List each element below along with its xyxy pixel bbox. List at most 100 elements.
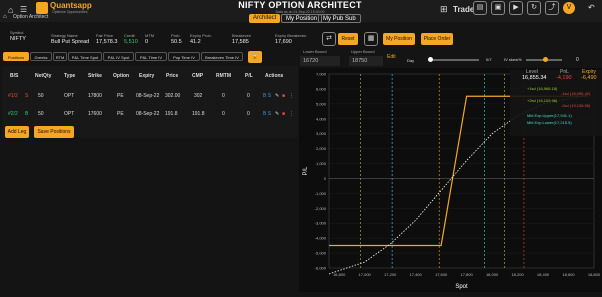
tab-my-pub-sub[interactable]: My Pub Sub (318, 14, 361, 23)
place-order-button[interactable]: Place Order (421, 33, 453, 45)
avatar[interactable]: V (563, 2, 575, 14)
col-actions: Actions (265, 73, 284, 79)
tab-pl-iv-spot[interactable]: P&L IV Spot (103, 52, 134, 61)
tab-positions[interactable]: Positions (3, 52, 29, 61)
x-tick-label: 17,400 (410, 272, 423, 277)
leg-side: B (25, 111, 29, 117)
leg-qty: 50 (38, 111, 44, 117)
image-icon[interactable]: ▣ (491, 1, 505, 15)
tab-rtm[interactable]: RTM (53, 52, 67, 61)
more-icon[interactable]: ⋮ (289, 93, 294, 99)
tab-my-position[interactable]: My Position (281, 14, 323, 23)
calculator-icon[interactable]: ▦ (364, 32, 378, 46)
delete-icon[interactable]: ■ (282, 111, 285, 117)
upper-bound-header: Upper Bound (351, 49, 375, 54)
leg-index: #1/2 (8, 93, 18, 99)
leg-cmp: 302 (194, 93, 203, 99)
refresh-icon[interactable]: ↻ (527, 1, 541, 15)
edit-link[interactable]: Edit (387, 54, 396, 60)
col-pl: P/L (245, 73, 253, 79)
menu-icon[interactable]: ☰ (20, 5, 27, 14)
mtm-value: 0 (145, 39, 149, 45)
x-tick-label: 18,200 (511, 272, 524, 277)
symbol-header: Symbol (10, 30, 24, 35)
table-row: #1/2 S 50 OPT 17800 PE 08-Sep-22 302.00 … (0, 93, 296, 103)
iv-slider-handle[interactable] (543, 57, 548, 62)
chart-icon[interactable]: ▤ (473, 1, 487, 15)
reset-button[interactable]: Reset (338, 33, 358, 45)
more-icon[interactable]: ⋮ (289, 111, 294, 117)
credit-header: Credit (124, 33, 135, 38)
pop-header: Prob. (171, 33, 181, 38)
y-tick-label: -3,000 (315, 221, 327, 226)
buy-sell-toggle[interactable]: B S (263, 93, 271, 99)
y-tick-label: 6,000 (316, 86, 327, 91)
expiry-pop-value: 41.2 (190, 39, 201, 45)
day-slider[interactable] (428, 57, 479, 62)
tab-pl-time-iv[interactable]: P&L Time IV (135, 52, 167, 61)
back-icon[interactable]: ↶ (588, 3, 595, 12)
x-tick-label: 17,800 (460, 272, 473, 277)
add-leg-button[interactable]: Add Leg (5, 126, 29, 138)
tab-pl-time-spot[interactable]: P&L Time Spot (68, 52, 102, 61)
lock-icon[interactable]: 🔒 (248, 51, 262, 63)
leg-qty: 50 (38, 93, 44, 99)
breakeven-value: 17,585 (232, 39, 249, 45)
brand-tagline: Optimise Opportunities (52, 10, 88, 14)
edit-icon[interactable]: ✎ (275, 93, 279, 99)
y-tick-label: 1,000 (316, 161, 327, 166)
expiry-value: -6,490 (581, 75, 597, 81)
grid-icon[interactable]: ⊞ (440, 4, 448, 15)
tab-architect[interactable]: Architect (249, 14, 281, 23)
strategy-header: Strategy Name (51, 33, 78, 38)
col-cmp: CMP (192, 73, 204, 79)
y-tick-label: 4,000 (316, 116, 327, 121)
col-expiry: Expiry (139, 73, 155, 79)
fair-price-value: 17,578.3 (96, 39, 118, 45)
col-price: Price (166, 73, 179, 79)
iv-slider[interactable] (526, 57, 562, 62)
breakeven-header: Breakeven (232, 33, 252, 38)
breadcrumb[interactable]: Option Architect (13, 14, 48, 20)
upper-bound-input[interactable]: 18750 (349, 56, 383, 66)
y-tick-label: -1,000 (315, 191, 327, 196)
leg-strike: 17800 (88, 93, 102, 99)
share-icon[interactable]: ⤴ (545, 1, 559, 15)
iv-skew-label: IV skew% (504, 57, 522, 62)
legend-mkt-exp-lower: Mkt Exp.Lower(17,215.5) (527, 120, 572, 125)
leg-type: OPT (64, 93, 75, 99)
fair-price-header: Fair Price (96, 33, 114, 38)
swap-icon[interactable]: ⇄ (322, 32, 336, 46)
tab-pop-time-iv[interactable]: Pop Time IV (168, 52, 200, 61)
my-position-button[interactable]: My Position (383, 33, 415, 45)
col-strike: Strike (88, 73, 102, 79)
legend-plus1sd: +1sd (16,968.18) (527, 86, 558, 91)
x-tick-label: 18,600 (562, 272, 575, 277)
lower-bound-input[interactable]: 16720 (300, 56, 340, 66)
x-tick-label: 17,600 (435, 272, 448, 277)
leg-cmp: 191.8 (192, 111, 205, 117)
brand-name: Quantsapp (50, 1, 92, 10)
expiry-breakeven-value: 17,690 (275, 39, 292, 45)
leg-pl: 0 (247, 111, 250, 117)
buy-sell-toggle[interactable]: B S (263, 111, 271, 117)
expiry-pop-header: Expiry Prob. (190, 33, 212, 38)
legend-plus2sd: +2sd (16,109.96) (527, 98, 558, 103)
y-tick-label: 0 (324, 176, 327, 181)
y-tick-label: -6,000 (315, 266, 327, 271)
legend-mkt-exp-upper: Mkt Exp.Upper(17,941.1) (527, 113, 572, 118)
video-icon[interactable]: ▶ (509, 1, 523, 15)
edit-icon[interactable]: ✎ (275, 111, 279, 117)
leg-rmtm: 0 (222, 111, 225, 117)
home-icon[interactable]: ⌂ (3, 14, 7, 20)
tab-breakeven-time-iv[interactable]: Breakeven Time IV (201, 52, 243, 61)
save-positions-button[interactable]: Save Positions (34, 126, 74, 138)
tab-greeks[interactable]: Greeks (30, 52, 52, 61)
y-tick-label: 2,000 (316, 146, 327, 151)
leg-rmtm: 0 (222, 93, 225, 99)
delete-icon[interactable]: ■ (282, 93, 285, 99)
leg-expiry: 08-Sep-22 (136, 111, 160, 117)
brand-logo (36, 2, 48, 14)
trade-link[interactable]: Trade (453, 5, 474, 14)
day-slider-handle[interactable] (428, 57, 433, 62)
